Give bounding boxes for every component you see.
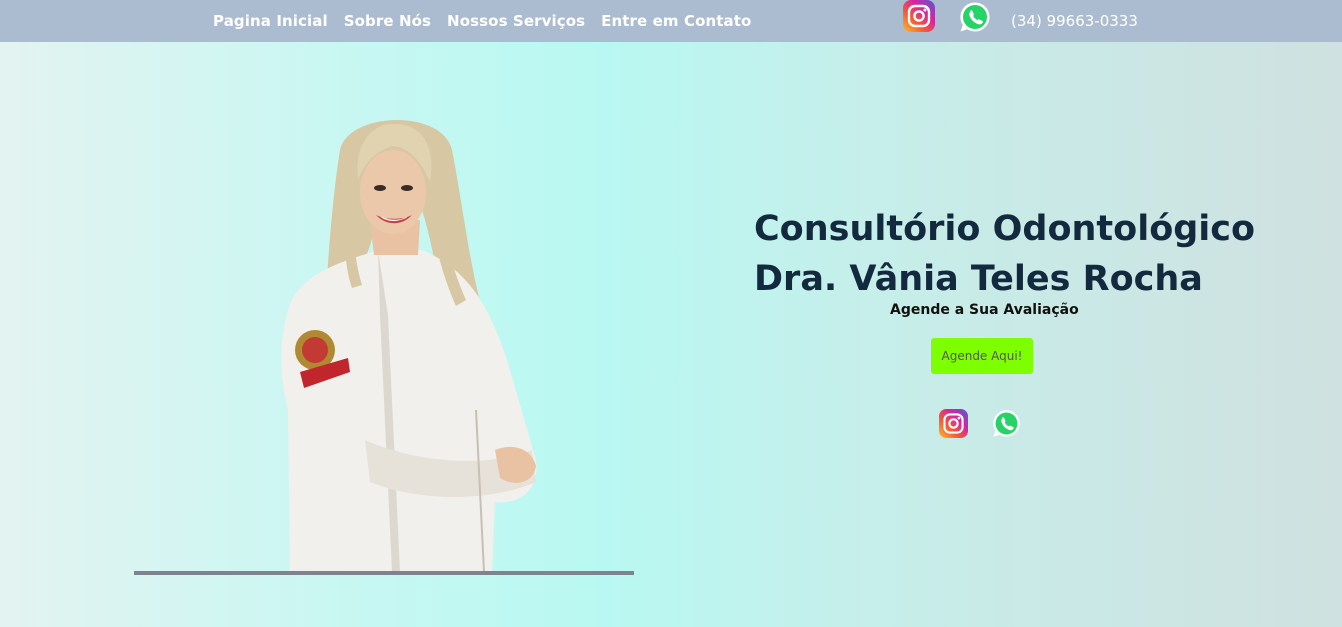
whatsapp-icon[interactable]: [991, 408, 1022, 443]
instagram-icon[interactable]: [903, 0, 935, 42]
portrait-base-line: [134, 571, 634, 575]
hero-title-line-2: Dra. Vânia Teles Rocha: [754, 259, 1203, 299]
schedule-button[interactable]: Agende Aqui!: [931, 338, 1033, 374]
phone-number: (34) 99663-0333: [1011, 12, 1138, 30]
doctor-portrait: [270, 110, 560, 573]
nav-link-home[interactable]: Pagina Inicial: [213, 12, 328, 30]
top-navigation-bar: Pagina Inicial Sobre Nós Nossos Serviços…: [0, 0, 1342, 42]
hero-subtitle: Agende a Sua Avaliação: [890, 302, 1079, 318]
hero-title-line-1: Consultório Odontológico: [754, 209, 1256, 249]
main-nav: Pagina Inicial Sobre Nós Nossos Serviços…: [213, 0, 751, 42]
instagram-icon[interactable]: [939, 409, 968, 442]
nav-link-contact[interactable]: Entre em Contato: [601, 12, 751, 30]
nav-link-about[interactable]: Sobre Nós: [344, 12, 431, 30]
whatsapp-icon[interactable]: [958, 0, 992, 42]
hero-title: Consultório Odontológico Dra. Vânia Tele…: [754, 204, 1255, 304]
nav-link-services[interactable]: Nossos Serviços: [447, 12, 585, 30]
